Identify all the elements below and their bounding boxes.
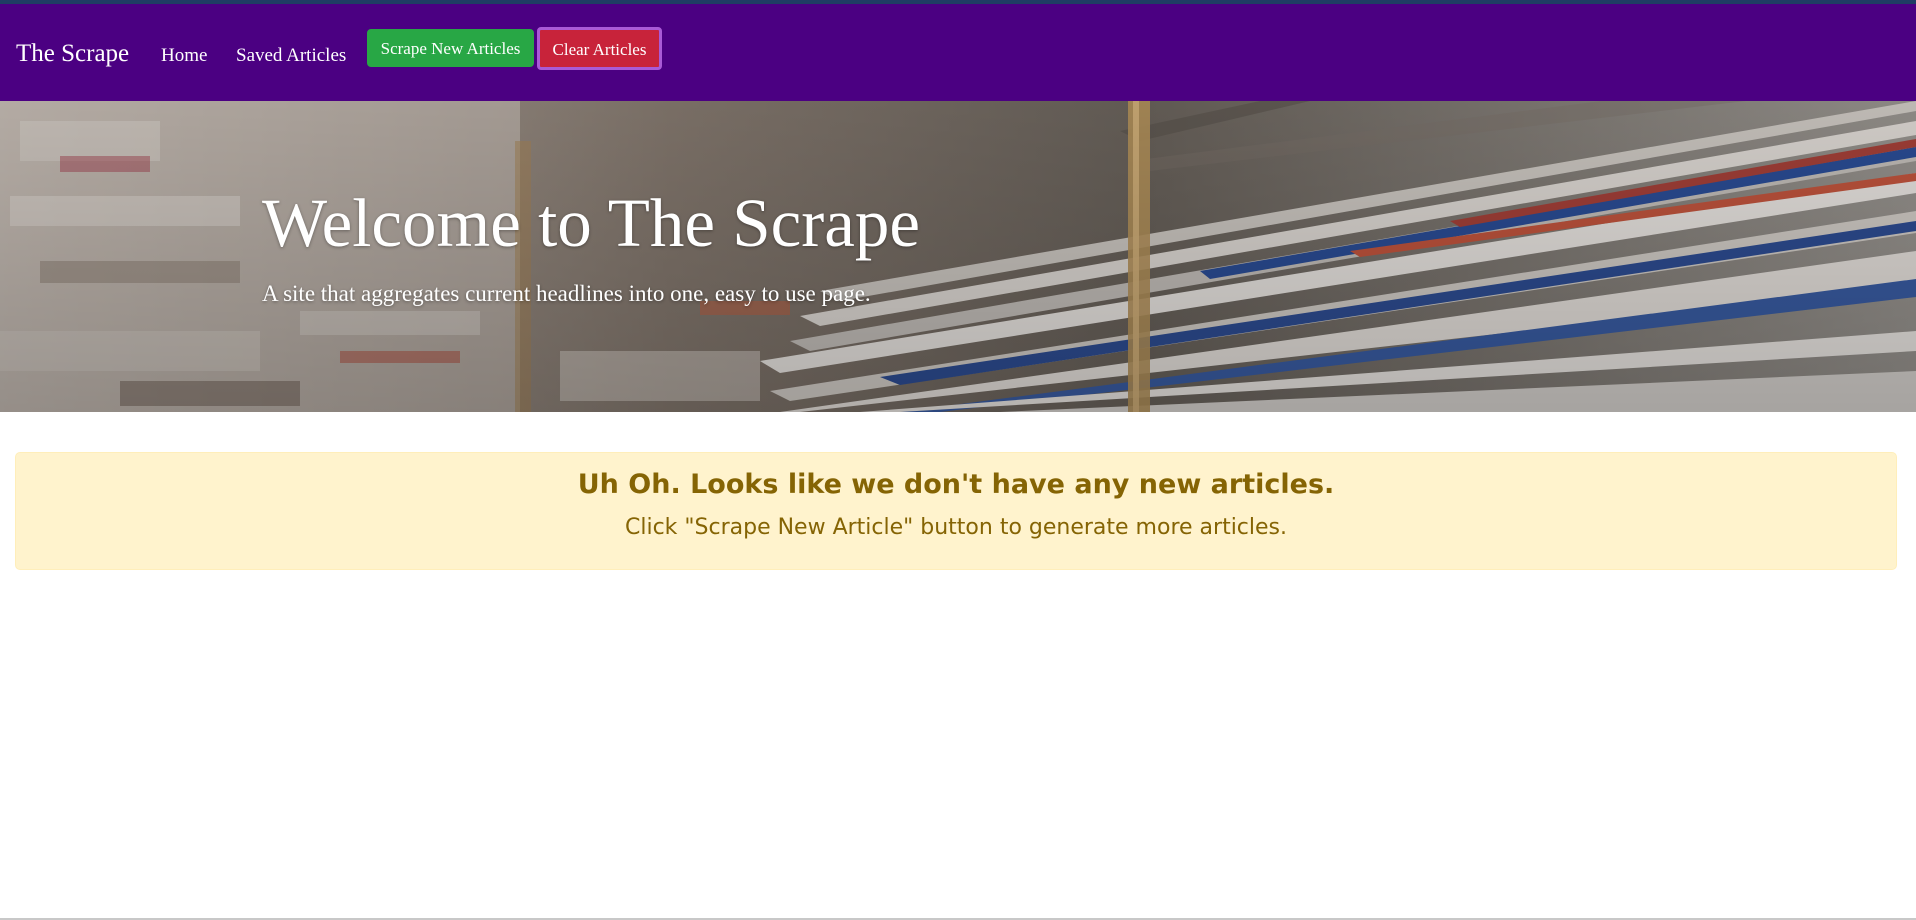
brand-link[interactable]: The Scrape — [16, 39, 129, 69]
no-articles-alert: Uh Oh. Looks like we don't have any new … — [15, 452, 1897, 570]
hero-title: Welcome to The Scrape — [262, 185, 920, 261]
hero-jumbotron: Welcome to The Scrape A site that aggreg… — [0, 101, 1916, 412]
alert-heading: Uh Oh. Looks like we don't have any new … — [577, 469, 1335, 500]
clear-articles-button[interactable]: Clear Articles — [537, 27, 662, 70]
scrape-new-articles-button[interactable]: Scrape New Articles — [367, 29, 534, 67]
alert-message: Click "Scrape New Article" button to gen… — [624, 515, 1288, 540]
nav-link-saved-articles[interactable]: Saved Articles — [236, 44, 346, 68]
nav-link-home[interactable]: Home — [161, 44, 207, 68]
hero-subtitle: A site that aggregates current headlines… — [262, 281, 871, 306]
navbar: The Scrape Home Saved Articles Scrape Ne… — [0, 4, 1916, 101]
